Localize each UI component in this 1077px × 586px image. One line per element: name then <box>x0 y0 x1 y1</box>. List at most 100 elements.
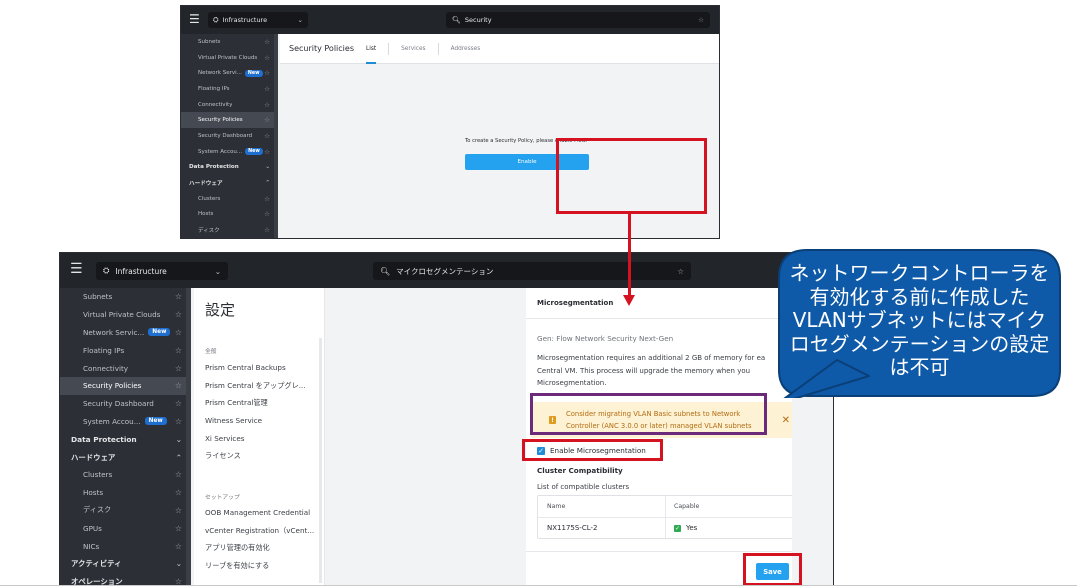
sidebar-item[interactable]: Security Dashboard ☆ <box>181 128 278 144</box>
star-icon[interactable]: ☆ <box>264 210 270 218</box>
tab-addresses[interactable]: Addresses <box>451 34 481 64</box>
star-icon[interactable]: ☆ <box>264 101 270 109</box>
sidebar-item[interactable]: Subnets ☆ <box>60 288 191 306</box>
sidebar-item[interactable]: Network Servi... New ☆ <box>181 65 278 81</box>
sidebar-item[interactable]: Subnets ☆ <box>181 34 278 50</box>
sidebar-section[interactable]: ハードウェア ⌃ <box>60 448 191 466</box>
sidebar-item[interactable]: Virtual Private Clouds ☆ <box>60 306 191 324</box>
sidebar-item[interactable]: System Accou... New ☆ <box>181 144 278 160</box>
settings-item[interactable]: アプリ管理の有効化 <box>205 543 315 553</box>
star-icon[interactable]: ☆ <box>175 470 182 479</box>
tab-list[interactable]: List <box>365 34 377 64</box>
sidebar-scrollbar[interactable] <box>274 34 278 238</box>
star-icon[interactable]: ☆ <box>175 381 182 390</box>
settings-scrollbar[interactable] <box>319 338 322 583</box>
star-icon[interactable]: ☆ <box>175 328 182 337</box>
sidebar-item[interactable]: Security Policies ☆ <box>60 376 191 395</box>
star-icon[interactable]: ☆ <box>698 16 704 24</box>
star-icon[interactable]: ☆ <box>264 132 270 140</box>
app-selector[interactable]: ⛭ Infrastructure ⌄ <box>208 12 308 28</box>
search-icon: 🔍︎ <box>380 266 391 276</box>
sidebar-item-label: Subnets <box>83 292 113 302</box>
sidebar-item[interactable]: GPUs ☆ <box>60 519 191 537</box>
sidebar-item[interactable]: Hosts ☆ <box>181 207 278 223</box>
settings-item[interactable]: Prism Central管理 <box>205 398 315 408</box>
chevron-up-icon[interactable]: ⌃ <box>265 180 270 186</box>
tab-divider <box>437 42 439 55</box>
chevron-down-icon[interactable]: ⌄ <box>176 559 182 568</box>
star-icon[interactable]: ☆ <box>175 346 182 355</box>
sidebar-item[interactable]: Hosts ☆ <box>60 484 191 502</box>
sidebar-item[interactable]: Network Servic... New ☆ <box>60 324 191 342</box>
star-icon[interactable]: ☆ <box>175 506 182 515</box>
settings-title: 設定 <box>205 301 236 319</box>
sidebar-item[interactable]: Security Dashboard ☆ <box>60 395 191 413</box>
search-input[interactable]: 🔍︎ マイクロセグメンテーション ☆ <box>373 262 691 280</box>
highlight-checkbox <box>522 439 663 461</box>
close-icon[interactable]: ✕ <box>782 415 790 426</box>
sidebar-section[interactable]: アクティビティ ⌄ <box>60 555 191 573</box>
settings-item[interactable]: OOB Management Credential <box>205 508 315 517</box>
sidebar-item[interactable]: Connectivity ☆ <box>60 359 191 377</box>
star-icon[interactable]: ☆ <box>264 38 270 46</box>
sidebar-item-label: Virtual Private Clouds <box>198 54 258 61</box>
settings-item[interactable]: Witness Service <box>205 416 315 425</box>
generation-label: Gen: Flow Network Security Next-Gen <box>537 334 674 343</box>
tab-services[interactable]: Services <box>401 34 425 64</box>
star-icon[interactable]: ☆ <box>264 85 270 93</box>
sidebar-item[interactable]: Clusters ☆ <box>60 466 191 484</box>
sidebar-section[interactable]: ハードウェア ⌃ <box>181 175 278 191</box>
star-icon[interactable]: ☆ <box>175 542 182 551</box>
sidebar-item[interactable]: ディスク ☆ <box>60 502 191 520</box>
sidebar-item-label: NICs <box>83 541 100 551</box>
menu-icon[interactable]: ☰ <box>70 261 83 277</box>
sidebar-item[interactable]: Clusters ☆ <box>181 191 278 207</box>
sidebar-item[interactable]: ディスク ☆ <box>181 222 278 238</box>
star-icon[interactable]: ☆ <box>175 364 182 373</box>
settings-item[interactable]: Prism Central Backups <box>205 363 315 372</box>
star-icon[interactable]: ☆ <box>175 488 182 497</box>
sidebar-item[interactable]: System Accou... New ☆ <box>60 413 191 431</box>
settings-item[interactable]: vCenter Registration（vCent... <box>205 526 315 536</box>
star-icon[interactable]: ☆ <box>264 54 270 62</box>
sidebar-section[interactable]: Data Protection ⌄ <box>181 160 278 176</box>
star-icon[interactable]: ☆ <box>264 226 270 234</box>
chevron-down-icon[interactable]: ⌄ <box>265 164 270 170</box>
star-icon[interactable]: ☆ <box>264 69 270 77</box>
settings-item[interactable]: Xi Services <box>205 434 315 443</box>
sidebar-item[interactable]: Connectivity ☆ <box>181 97 278 113</box>
sidebar-item-label: System Accou... <box>198 148 243 155</box>
star-icon[interactable]: ☆ <box>175 292 182 301</box>
star-icon[interactable]: ☆ <box>175 310 182 319</box>
menu-icon[interactable]: ☰ <box>189 12 200 26</box>
star-icon[interactable]: ☆ <box>175 577 182 585</box>
chevron-down-icon[interactable]: ⌄ <box>176 435 182 444</box>
cluster-name-cell: NX1175S-CL-2 <box>547 524 598 532</box>
star-icon[interactable]: ☆ <box>175 417 182 426</box>
sidebar-item[interactable]: Security Policies ☆ <box>181 112 278 129</box>
sidebar-item[interactable]: Floating IPs ☆ <box>60 341 191 359</box>
sidebar: Subnets ☆ Virtual Private Clouds ☆ Network S… <box>181 34 278 238</box>
sidebar-scrollbar[interactable] <box>186 288 191 585</box>
sidebar-item[interactable]: Floating IPs ☆ <box>181 81 278 97</box>
settings-item[interactable]: Prism Central をアップグレ... <box>205 381 315 391</box>
star-icon[interactable]: ☆ <box>677 267 684 276</box>
star-icon[interactable]: ☆ <box>264 195 270 203</box>
sidebar-section[interactable]: Data Protection ⌄ <box>60 430 191 448</box>
sidebar-item[interactable]: NICs ☆ <box>60 537 191 555</box>
memory-description: Microsegmentation requires an additional… <box>537 354 766 387</box>
search-input[interactable]: 🔍︎ Security ☆ <box>446 12 710 28</box>
star-icon[interactable]: ☆ <box>264 116 270 124</box>
star-icon[interactable]: ☆ <box>175 399 182 408</box>
settings-item[interactable]: リーブを有効にする <box>205 561 315 571</box>
sidebar-item[interactable]: Virtual Private Clouds ☆ <box>181 50 278 66</box>
sidebar-item-label: アクティビティ <box>71 559 122 569</box>
settings-item[interactable]: ライセンス <box>205 451 315 461</box>
new-badge: New <box>245 148 263 156</box>
star-icon[interactable]: ☆ <box>175 524 182 533</box>
search-value: マイクロセグメンテーション <box>396 266 494 276</box>
app-selector[interactable]: ⛭ Infrastructure ⌄ <box>96 262 228 280</box>
sidebar-section[interactable]: オペレーション ☆ <box>60 573 191 585</box>
chevron-up-icon[interactable]: ⌃ <box>176 453 182 462</box>
star-icon[interactable]: ☆ <box>264 148 270 156</box>
